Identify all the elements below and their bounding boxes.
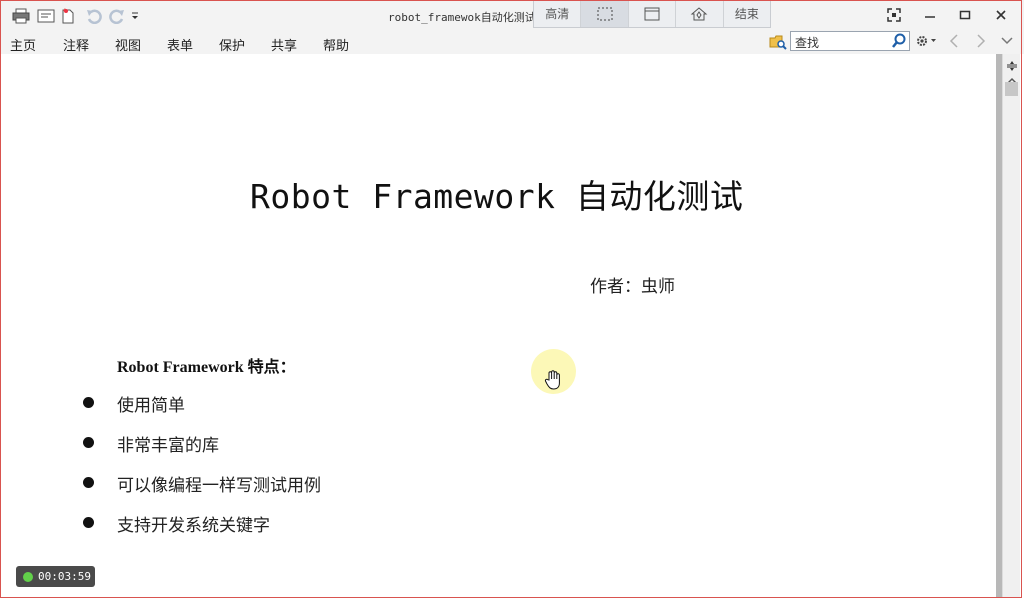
- menu-home[interactable]: 主页: [10, 35, 36, 54]
- menu-form[interactable]: 表单: [167, 35, 193, 54]
- list-item: 使用简单: [80, 390, 185, 416]
- list-item-text: 可以像编程一样写测试用例: [117, 476, 321, 496]
- close-icon[interactable]: [991, 6, 1011, 24]
- menu-share[interactable]: 共享: [271, 35, 297, 54]
- hd-label: 高清: [545, 7, 570, 21]
- expand-ribbon-icon[interactable]: [1000, 34, 1014, 48]
- recording-status-icon: [23, 571, 33, 582]
- search-icon[interactable]: [891, 33, 907, 53]
- home-capture-button[interactable]: [676, 0, 724, 27]
- menu-comment[interactable]: 注释: [63, 35, 89, 54]
- list-item-text: 使用简单: [117, 396, 185, 416]
- end-label: 结束: [734, 7, 759, 21]
- menu-help[interactable]: 帮助: [323, 35, 349, 54]
- recorder-toolbar: 高清 结束: [533, 0, 771, 28]
- minimize-icon[interactable]: [920, 6, 940, 24]
- vertical-scrollbar[interactable]: [1002, 54, 1020, 598]
- customize-dropdown-icon[interactable]: [131, 7, 139, 25]
- settings-gear-icon[interactable]: [915, 34, 937, 48]
- window-icon: [644, 7, 660, 20]
- document-title-latin: Robot Framework: [250, 177, 556, 216]
- redo-icon[interactable]: [108, 7, 126, 25]
- undo-icon[interactable]: [85, 7, 103, 25]
- scroll-thumb[interactable]: [1005, 82, 1018, 96]
- list-item-text: 非常丰富的库: [117, 436, 219, 456]
- recording-time: 00:03:59: [38, 570, 91, 583]
- bullet-icon: [83, 436, 94, 448]
- document-title: Robot Framework 自动化测试: [250, 170, 743, 218]
- document-title-cjk: 自动化测试: [575, 177, 744, 216]
- hand-cursor-icon: [544, 370, 562, 394]
- region-select-button[interactable]: [581, 0, 629, 27]
- print-icon[interactable]: [12, 7, 30, 25]
- search-box[interactable]: 查找: [790, 31, 910, 51]
- bullet-icon: [83, 476, 94, 488]
- region-select-icon: [597, 7, 613, 20]
- previous-icon[interactable]: [948, 34, 960, 48]
- end-recording-button[interactable]: 结束: [724, 0, 770, 27]
- window-title-suffix: 自动化测试: [480, 11, 536, 24]
- window-title-filename: robot_framewok: [388, 11, 481, 24]
- list-item-text: 支持开发系统关键字: [117, 516, 270, 536]
- bullet-icon: [83, 396, 94, 408]
- scan-icon[interactable]: [37, 7, 55, 25]
- search-input[interactable]: 查找: [795, 34, 819, 51]
- folder-search-icon[interactable]: [769, 34, 787, 50]
- new-document-icon[interactable]: [60, 7, 76, 25]
- title-bar: robot_framewok自动化测试 高清 结束: [0, 0, 1024, 32]
- home-icon: [691, 6, 708, 20]
- hd-button[interactable]: 高清: [534, 0, 582, 27]
- bullet-icon: [83, 516, 94, 528]
- window-title: robot_framewok自动化测试: [388, 9, 536, 25]
- maximize-icon[interactable]: [955, 6, 975, 24]
- fullscreen-icon[interactable]: [884, 6, 904, 24]
- menu-protect[interactable]: 保护: [219, 35, 245, 54]
- document-author: 作者：虫师: [590, 277, 675, 297]
- menu-view[interactable]: 视图: [115, 35, 141, 54]
- window-capture-button[interactable]: [629, 0, 677, 27]
- recording-timer: 00:03:59: [16, 566, 95, 587]
- next-icon[interactable]: [975, 34, 987, 48]
- list-item: 可以像编程一样写测试用例: [80, 470, 321, 496]
- list-item: 非常丰富的库: [80, 430, 219, 456]
- list-item: 支持开发系统关键字: [80, 510, 270, 536]
- features-heading: Robot Framework 特点：: [117, 359, 296, 376]
